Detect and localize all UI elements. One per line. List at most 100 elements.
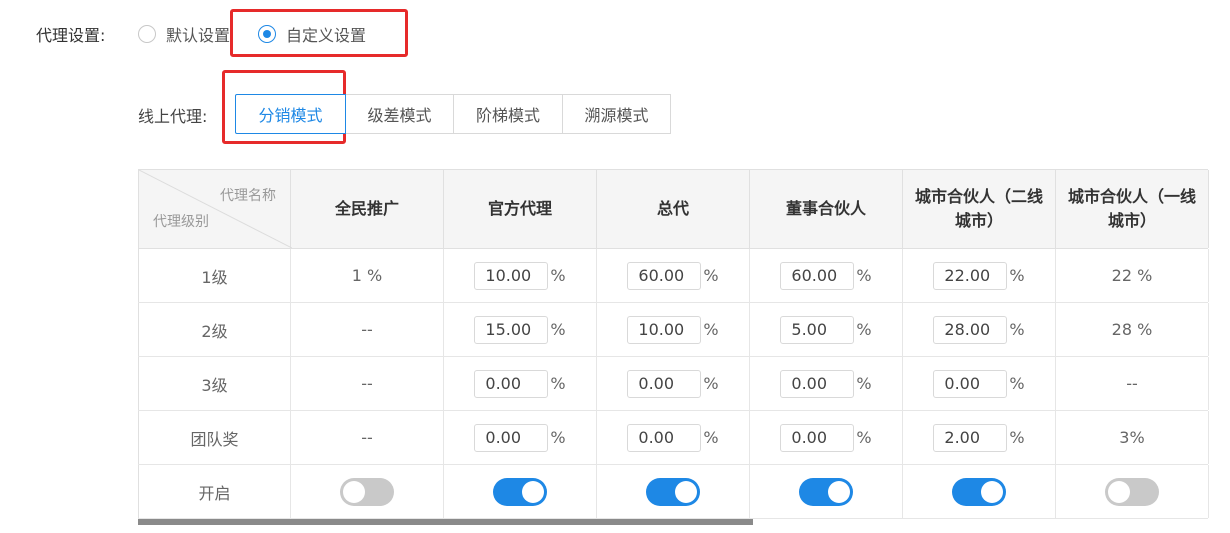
toggle-cell	[597, 465, 750, 518]
rate-input[interactable]: 5.00	[780, 315, 855, 344]
column-header: 城市合伙人（二线城市）	[903, 170, 1056, 248]
agent-commission-table: 代理名称 代理级别 全民推广 官方代理 总代 董事合伙人 城市合伙人（二线城市）…	[138, 169, 1209, 519]
radio-default-label: 默认设置	[166, 26, 231, 45]
toggle-knob	[343, 480, 365, 503]
rate-input[interactable]: 60.00	[780, 261, 855, 290]
percent-sign: %	[856, 320, 872, 339]
rate-input[interactable]: 22.00	[933, 261, 1008, 290]
rate-value: --	[1056, 357, 1209, 410]
agent-setting-label: 代理设置:	[36, 26, 106, 45]
rate-input[interactable]: 0.00	[627, 423, 702, 452]
toggle-cell	[444, 465, 597, 518]
toggle-switch-off[interactable]	[340, 477, 394, 506]
rate-value: 28 %	[1056, 303, 1209, 356]
rate-value: --	[291, 303, 444, 356]
highlight-box-custom-setting	[230, 9, 408, 57]
tab-traceability-mode[interactable]: 溯源模式	[562, 94, 671, 134]
tab-distribution-mode[interactable]: 分销模式	[235, 94, 346, 134]
rate-input-cell: 0.00%	[903, 357, 1056, 410]
row-level-label: 团队奖	[138, 411, 291, 464]
table-row-enable: 开启	[138, 465, 1209, 519]
percent-sign: %	[856, 428, 872, 447]
toggle-knob	[675, 480, 697, 503]
percent-sign: %	[1009, 428, 1025, 447]
toggle-knob	[981, 480, 1003, 503]
toggle-knob	[1108, 480, 1130, 503]
percent-sign: %	[703, 374, 719, 393]
toggle-switch-on[interactable]	[493, 477, 547, 506]
percent-sign: %	[856, 374, 872, 393]
toggle-switch-on[interactable]	[646, 477, 700, 506]
radio-default-setting[interactable]: 默认设置	[138, 22, 230, 46]
rate-input[interactable]: 0.00	[627, 369, 702, 398]
rate-input-cell: 0.00%	[750, 357, 903, 410]
toggle-switch-off[interactable]	[1105, 477, 1159, 506]
rate-input-cell: 10.00%	[444, 249, 597, 302]
tab-differential-mode[interactable]: 级差模式	[345, 94, 454, 134]
rate-input[interactable]: 15.00	[474, 315, 549, 344]
rate-input-cell: 28.00%	[903, 303, 1056, 356]
rate-value: --	[291, 357, 444, 410]
rate-value: --	[291, 411, 444, 464]
percent-sign: %	[703, 320, 719, 339]
diagonal-divider	[139, 170, 292, 248]
rate-input[interactable]: 28.00	[933, 315, 1008, 344]
column-header: 总代	[597, 170, 750, 248]
table-row: 2级 -- 15.00% 10.00% 5.00% 28.00% 28 %	[138, 303, 1209, 357]
table-header-row: 代理名称 代理级别 全民推广 官方代理 总代 董事合伙人 城市合伙人（二线城市）…	[138, 169, 1209, 249]
percent-sign: %	[550, 320, 566, 339]
table-row: 团队奖 -- 0.00% 0.00% 0.00% 2.00% 3%	[138, 411, 1209, 465]
rate-input[interactable]: 0.00	[780, 423, 855, 452]
corner-agent-name: 代理名称	[220, 188, 276, 204]
row-level-label: 3级	[138, 357, 291, 410]
rate-input[interactable]: 0.00	[474, 369, 549, 398]
rate-input[interactable]: 10.00	[474, 261, 549, 290]
percent-sign: %	[1009, 374, 1025, 393]
toggle-cell	[750, 465, 903, 518]
rate-input[interactable]: 0.00	[474, 423, 549, 452]
percent-sign: %	[703, 428, 719, 447]
rate-input-cell: 60.00%	[750, 249, 903, 302]
percent-sign: %	[1009, 266, 1025, 285]
rate-input-cell: 22.00%	[903, 249, 1056, 302]
rate-input-cell: 0.00%	[444, 411, 597, 464]
percent-sign: %	[1009, 320, 1025, 339]
toggle-cell	[1056, 465, 1209, 518]
rate-input[interactable]: 10.00	[627, 315, 702, 344]
tab-ladder-mode[interactable]: 阶梯模式	[453, 94, 563, 134]
table-row: 3级 -- 0.00% 0.00% 0.00% 0.00% --	[138, 357, 1209, 411]
toggle-switch-on[interactable]	[799, 477, 853, 506]
percent-sign: %	[856, 266, 872, 285]
rate-input-cell: 5.00%	[750, 303, 903, 356]
rate-value: 22 %	[1056, 249, 1209, 302]
rate-value: 3%	[1056, 411, 1209, 464]
percent-sign: %	[550, 428, 566, 447]
rate-input-cell: 15.00%	[444, 303, 597, 356]
column-header: 官方代理	[444, 170, 597, 248]
mode-tabs: 分销模式 级差模式 阶梯模式 溯源模式	[235, 94, 671, 134]
column-header: 董事合伙人	[750, 170, 903, 248]
rate-input-cell: 0.00%	[750, 411, 903, 464]
rate-input[interactable]: 2.00	[933, 423, 1008, 452]
rate-input-cell: 0.00%	[444, 357, 597, 410]
row-level-label: 1级	[138, 249, 291, 302]
percent-sign: %	[703, 266, 719, 285]
rate-input[interactable]: 0.00	[933, 369, 1008, 398]
toggle-knob	[522, 480, 544, 503]
rate-input-cell: 0.00%	[597, 357, 750, 410]
rate-input[interactable]: 60.00	[627, 261, 702, 290]
row-level-label: 2级	[138, 303, 291, 356]
table-row: 1级 1 % 10.00% 60.00% 60.00% 22.00% 22 %	[138, 249, 1209, 303]
toggle-cell	[903, 465, 1056, 518]
toggle-switch-on[interactable]	[952, 477, 1006, 506]
rate-value: 1 %	[291, 249, 444, 302]
rate-input-cell: 2.00%	[903, 411, 1056, 464]
online-agent-label: 线上代理:	[138, 107, 208, 126]
rate-input[interactable]: 0.00	[780, 369, 855, 398]
percent-sign: %	[550, 266, 566, 285]
horizontal-scrollbar[interactable]	[138, 519, 753, 525]
column-header: 城市合伙人（一线城市）	[1056, 170, 1209, 248]
radio-circle-icon	[138, 25, 156, 43]
toggle-knob	[828, 480, 850, 503]
rate-input-cell: 10.00%	[597, 303, 750, 356]
